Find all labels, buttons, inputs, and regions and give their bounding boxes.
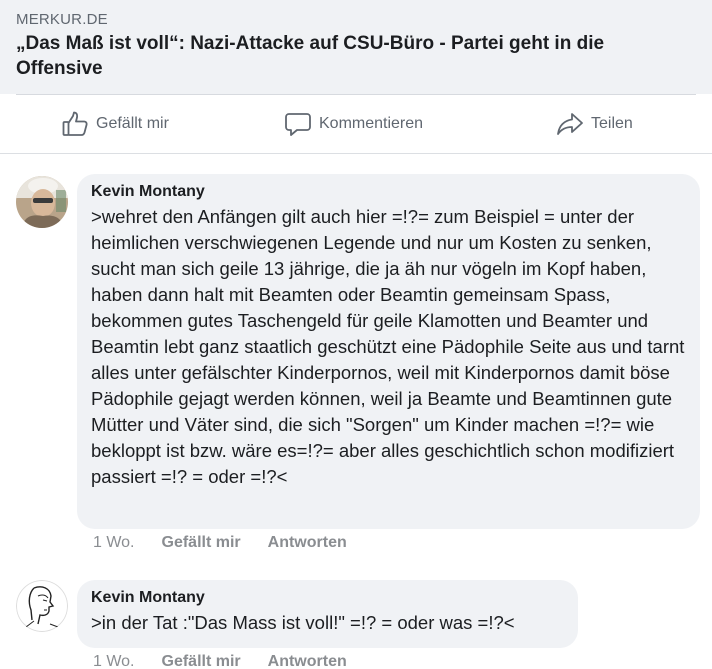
post-action-bar: Gefällt mir Kommentieren Teilen: [0, 95, 712, 153]
like-label: Gefällt mir: [96, 115, 169, 132]
share-button[interactable]: Teilen: [556, 109, 633, 139]
comment-meta: 1 Wo. Gefällt mir Antworten: [93, 652, 374, 669]
share-arrow-icon: [557, 113, 583, 135]
comment-button[interactable]: Kommentieren: [284, 109, 423, 139]
comment-author[interactable]: Kevin Montany: [91, 588, 564, 608]
comment-bubble-icon: [285, 113, 311, 136]
comment-bubble: Kevin Montany >wehret den Anfängen gilt …: [77, 174, 700, 529]
avatar[interactable]: [16, 176, 68, 228]
comment-bubble: Kevin Montany >in der Tat :"Das Mass ist…: [77, 580, 578, 648]
share-label: Teilen: [591, 115, 633, 132]
link-preview[interactable]: MERKUR.DE „Das Maß ist voll“: Nazi-Attac…: [0, 0, 712, 94]
divider: [0, 153, 712, 154]
comment-reply-button[interactable]: Antworten: [268, 652, 347, 669]
comment-text: >wehret den Anfängen gilt auch hier =!?=…: [91, 206, 685, 487]
comment-like-button[interactable]: Gefällt mir: [162, 652, 241, 669]
comment-timestamp[interactable]: 1 Wo.: [93, 652, 135, 669]
comment-meta: 1 Wo. Gefällt mir Antworten: [93, 533, 374, 553]
link-title[interactable]: „Das Maß ist voll“: Nazi-Attacke auf CSU…: [16, 31, 676, 81]
thumbs-up-icon: [62, 111, 88, 136]
link-domain: MERKUR.DE: [16, 11, 108, 28]
comment-like-button[interactable]: Gefällt mir: [162, 533, 241, 553]
like-button[interactable]: Gefällt mir: [61, 109, 169, 139]
comment-author[interactable]: Kevin Montany: [91, 182, 686, 202]
comment-label: Kommentieren: [319, 115, 424, 132]
comment-timestamp[interactable]: 1 Wo.: [93, 533, 135, 553]
comment-reply-button[interactable]: Antworten: [268, 533, 347, 553]
avatar[interactable]: [16, 580, 68, 632]
comment-text: >in der Tat :"Das Mass ist voll!" =!? = …: [91, 612, 515, 633]
